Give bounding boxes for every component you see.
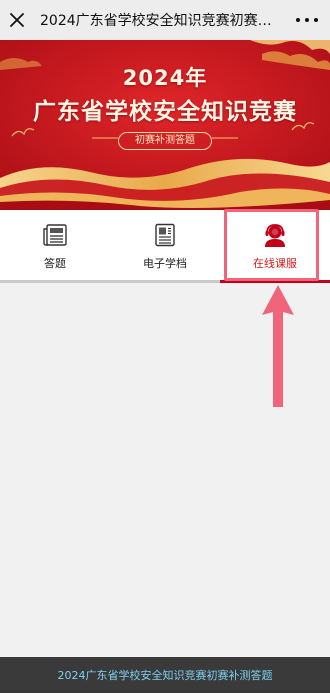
document-icon bbox=[153, 222, 177, 248]
menu-item-label: 答题 bbox=[44, 257, 66, 270]
newspaper-icon bbox=[42, 222, 68, 248]
menu-item-label: 电子学档 bbox=[143, 257, 187, 270]
banner: 2024年 广东省学校安全知识竞赛 初赛补测答题 bbox=[0, 40, 330, 210]
banner-year: 2024年 bbox=[122, 66, 208, 90]
highlight-box bbox=[224, 209, 319, 281]
more-dot-icon bbox=[296, 18, 300, 22]
title-bar: 2024广东省学校安全知识竞赛初赛… bbox=[0, 0, 330, 40]
menu-item-e-archive[interactable]: 电子学档 bbox=[110, 210, 220, 280]
page-title: 2024广东省学校安全知识竞赛初赛… bbox=[40, 13, 272, 29]
footer-bar: 2024广东省学校安全知识竞赛初赛补测答题 bbox=[0, 657, 330, 693]
footer-title: 2024广东省学校安全知识竞赛初赛补测答题 bbox=[57, 669, 273, 682]
more-options-button[interactable] bbox=[296, 12, 318, 28]
close-button[interactable] bbox=[0, 0, 34, 40]
more-dot-icon bbox=[314, 18, 318, 22]
page: 2024广东省学校安全知识竞赛初赛… 2024年 广东省学校安全知识竞赛 初赛补… bbox=[0, 0, 330, 693]
menu-item-answer[interactable]: 答题 bbox=[0, 210, 110, 280]
more-dot-icon bbox=[305, 18, 309, 22]
arrow-up-icon bbox=[262, 285, 294, 407]
banner-title: 广东省学校安全知识竞赛 bbox=[33, 99, 297, 125]
banner-subtitle: 初赛补测答题 bbox=[118, 132, 212, 150]
close-icon bbox=[10, 13, 24, 27]
